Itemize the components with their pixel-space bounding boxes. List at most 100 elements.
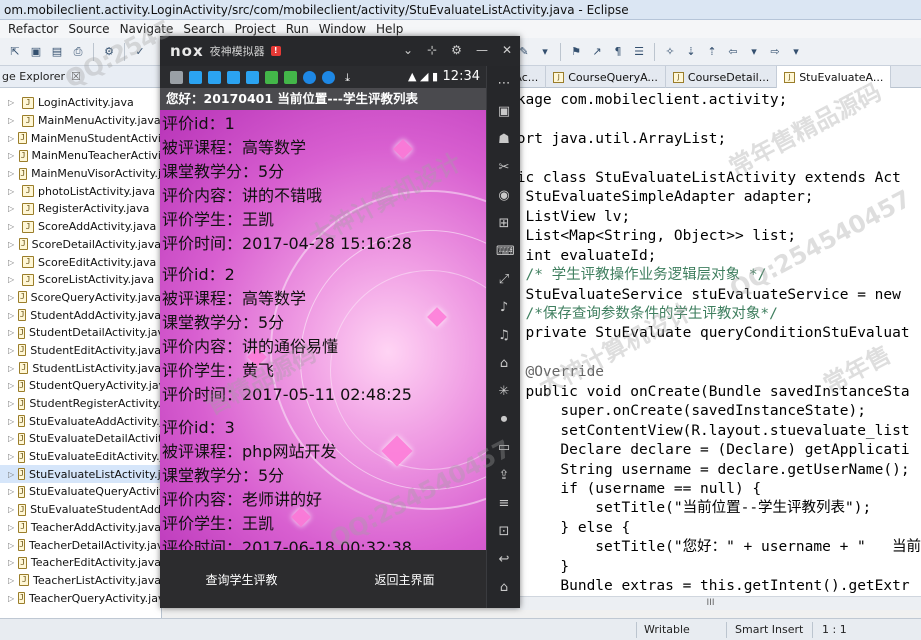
expand-arrow-icon[interactable]: ▷ xyxy=(8,222,18,231)
expand-arrow-icon[interactable]: ▷ xyxy=(8,364,15,373)
expand-arrow-icon[interactable]: ▷ xyxy=(8,311,14,320)
volume-down-icon[interactable]: ♫ xyxy=(496,328,512,344)
mark-icon[interactable]: ¶ xyxy=(609,43,627,61)
editor-tab[interactable]: J CourseDetail... xyxy=(666,66,778,88)
expand-arrow-icon[interactable]: ▷ xyxy=(8,523,14,532)
package-tree-item[interactable]: ▷ J StudentQueryActivity.java xyxy=(0,377,161,395)
save-icon[interactable]: ▣ xyxy=(27,43,45,61)
package-tree-item[interactable]: ▷ J StuEvaluateListActivity.jav xyxy=(0,465,161,484)
package-tree-item[interactable]: ▷ J StuEvaluateEditActivity.j xyxy=(0,448,161,466)
format-icon[interactable]: ☰ xyxy=(630,43,648,61)
multi-window-icon[interactable]: ▭ xyxy=(496,440,512,456)
expand-arrow-icon[interactable]: ▷ xyxy=(8,470,14,479)
expand-arrow-icon[interactable]: ▷ xyxy=(8,558,14,567)
scissors-icon[interactable]: ✂ xyxy=(496,160,512,176)
back-dropdown-icon[interactable]: ▾ xyxy=(745,43,763,61)
expand-arrow-icon[interactable]: ▷ xyxy=(8,381,14,390)
location-icon[interactable]: ◉ xyxy=(496,188,512,204)
shake-icon[interactable]: ✳ xyxy=(496,384,512,400)
add-apk-icon[interactable]: ⊞ xyxy=(496,216,512,232)
query-evaluation-button[interactable]: 查询学生评教 xyxy=(160,550,323,608)
menu-source[interactable]: Source xyxy=(68,20,109,38)
screenshot-icon[interactable]: ⌂ xyxy=(496,356,512,372)
share-icon[interactable]: ⇪ xyxy=(496,468,512,484)
expand-arrow-icon[interactable]: ▷ xyxy=(8,134,14,143)
check-icon[interactable]: ✓ xyxy=(131,43,149,61)
robot-icon[interactable]: ☗ xyxy=(496,132,512,148)
package-tree-item[interactable]: ▷ J StuEvaluateStudentAdd xyxy=(0,501,161,519)
expand-arrow-icon[interactable]: ▷ xyxy=(8,417,14,426)
pin-icon[interactable]: ⊹ xyxy=(427,43,437,57)
expand-arrow-icon[interactable]: ▷ xyxy=(8,541,14,550)
package-tree-item[interactable]: ▷ J ScoreListActivity.java xyxy=(0,271,161,289)
back-to-main-button[interactable]: 返回主界面 xyxy=(323,550,486,608)
expand-arrow-icon[interactable]: ▷ xyxy=(8,594,14,603)
expand-icon[interactable]: ⤢ xyxy=(496,272,512,288)
volume-up-icon[interactable]: ♪ xyxy=(496,300,512,316)
expand-arrow-icon[interactable]: ▷ xyxy=(8,258,18,267)
alert-icon[interactable]: ! xyxy=(270,46,281,56)
dropdown-icon[interactable]: ▾ xyxy=(536,43,554,61)
keyboard-icon[interactable]: ⌨ xyxy=(496,244,515,260)
evaluation-list[interactable]: 评价id：1 被评课程：高等数学 课堂教学分：5分 评价内容：讲的不错哦 评价学… xyxy=(160,110,486,550)
forward-dropdown-icon[interactable]: ▾ xyxy=(787,43,805,61)
package-tree-item[interactable]: ▷ JphotoListActivity.java xyxy=(0,182,161,200)
package-tree-item[interactable]: ▷ J TeacherAddActivity.java xyxy=(0,519,161,537)
package-tree-item[interactable]: ▷ J StuEvaluateQueryActivit xyxy=(0,483,161,501)
prev-annotation-icon[interactable]: ⇡ xyxy=(703,43,721,61)
editor-tab[interactable]: J CourseQueryA... xyxy=(546,66,666,88)
expand-arrow-icon[interactable]: ▷ xyxy=(8,169,15,178)
package-tree-item[interactable]: ▷ J TeacherQueryActivity.jav xyxy=(0,589,161,607)
expand-arrow-icon[interactable]: ▷ xyxy=(8,275,18,284)
chevron-down-icon[interactable]: ⌄ xyxy=(403,43,413,57)
close-icon[interactable]: ✕ xyxy=(502,43,512,57)
expand-arrow-icon[interactable]: ▷ xyxy=(8,505,14,514)
menu-refactor[interactable]: Refactor xyxy=(8,20,58,38)
save-all-icon[interactable]: ▤ xyxy=(48,43,66,61)
home-icon[interactable]: ⌂ xyxy=(496,580,512,596)
list-item[interactable]: 评价id：2 被评课程：高等数学 课堂教学分：5分 评价内容：讲的通俗易懂 评价… xyxy=(162,263,482,407)
editor-horizontal-scrollbar[interactable]: III xyxy=(500,596,921,610)
package-tree-item[interactable]: ▷ J ScoreAddActivity.java xyxy=(0,218,161,236)
build-icon[interactable]: ⚙ xyxy=(100,43,118,61)
list-item[interactable]: 评价id：1 被评课程：高等数学 课堂教学分：5分 评价内容：讲的不错哦 评价学… xyxy=(162,112,482,256)
fullscreen-icon[interactable]: ▣ xyxy=(496,104,512,120)
package-tree-item[interactable]: ▷ J MainMenuStudentActivi xyxy=(0,129,161,147)
package-tree-item[interactable]: ▷ J MainMenuVisorActivity.j xyxy=(0,165,161,183)
expand-arrow-icon[interactable]: ▷ xyxy=(8,240,15,249)
debug-icon[interactable]: ⚑ xyxy=(567,43,585,61)
gear-icon[interactable]: ⚙ xyxy=(451,43,462,57)
package-tree-item[interactable]: ▷ J StudentAddActivity.java xyxy=(0,306,161,324)
package-tree-item[interactable]: ▷ J StuEvaluateAddActivity.j xyxy=(0,412,161,430)
package-tree-item[interactable]: ▷ J ScoreDetailActivity.java xyxy=(0,236,161,254)
next-annotation-icon[interactable]: ⇣ xyxy=(682,43,700,61)
code-editor[interactable]: ckage com.mobileclient.activity; port jav… xyxy=(500,88,921,596)
package-tree-item[interactable]: ▷ J TeacherDetailActivity.java xyxy=(0,536,161,554)
package-tree-item[interactable]: ▷ J StudentDetailActivity.java xyxy=(0,324,161,342)
package-tree-item[interactable]: ▷ J TeacherListActivity.java xyxy=(0,572,161,590)
package-tree-item[interactable]: ▷ J LoginActivity.java xyxy=(0,94,161,112)
expand-arrow-icon[interactable]: ▷ xyxy=(8,293,14,302)
package-tree-item[interactable]: ▷ J TeacherEditActivity.java xyxy=(0,554,161,572)
highlight-icon[interactable]: ↗ xyxy=(588,43,606,61)
close-icon[interactable]: ☒ xyxy=(71,70,81,83)
print-icon[interactable]: ⎙ xyxy=(69,43,87,61)
minimize-icon[interactable]: — xyxy=(476,43,488,57)
expand-arrow-icon[interactable]: ▷ xyxy=(8,452,14,461)
expand-arrow-icon[interactable]: ▷ xyxy=(8,98,18,107)
expand-arrow-icon[interactable]: ▷ xyxy=(8,204,18,213)
expand-arrow-icon[interactable]: ▷ xyxy=(8,487,14,496)
back-icon[interactable]: ↩ xyxy=(496,552,512,568)
annotation-icon[interactable]: ✧ xyxy=(661,43,679,61)
expand-arrow-icon[interactable]: ▷ xyxy=(8,576,15,585)
apps-icon[interactable]: ⊡ xyxy=(496,524,512,540)
forward-icon[interactable]: ⇨ xyxy=(766,43,784,61)
record-icon[interactable]: ⏺ xyxy=(496,412,512,428)
pin-icon[interactable]: ⇱ xyxy=(6,43,24,61)
expand-arrow-icon[interactable]: ▷ xyxy=(8,328,14,337)
package-tree-item[interactable]: ▷ J MainMenuTeacherActivi xyxy=(0,147,161,165)
editor-tab-active[interactable]: J StuEvaluateA... xyxy=(777,66,892,88)
package-tree-item[interactable]: ▷ J ScoreQueryActivity.java xyxy=(0,289,161,307)
list-item[interactable]: 评价id：3 被评课程：php网站开发 课堂教学分：5分 评价内容：老师讲的好 … xyxy=(162,416,482,550)
more-icon[interactable]: ⋯ xyxy=(496,76,512,92)
